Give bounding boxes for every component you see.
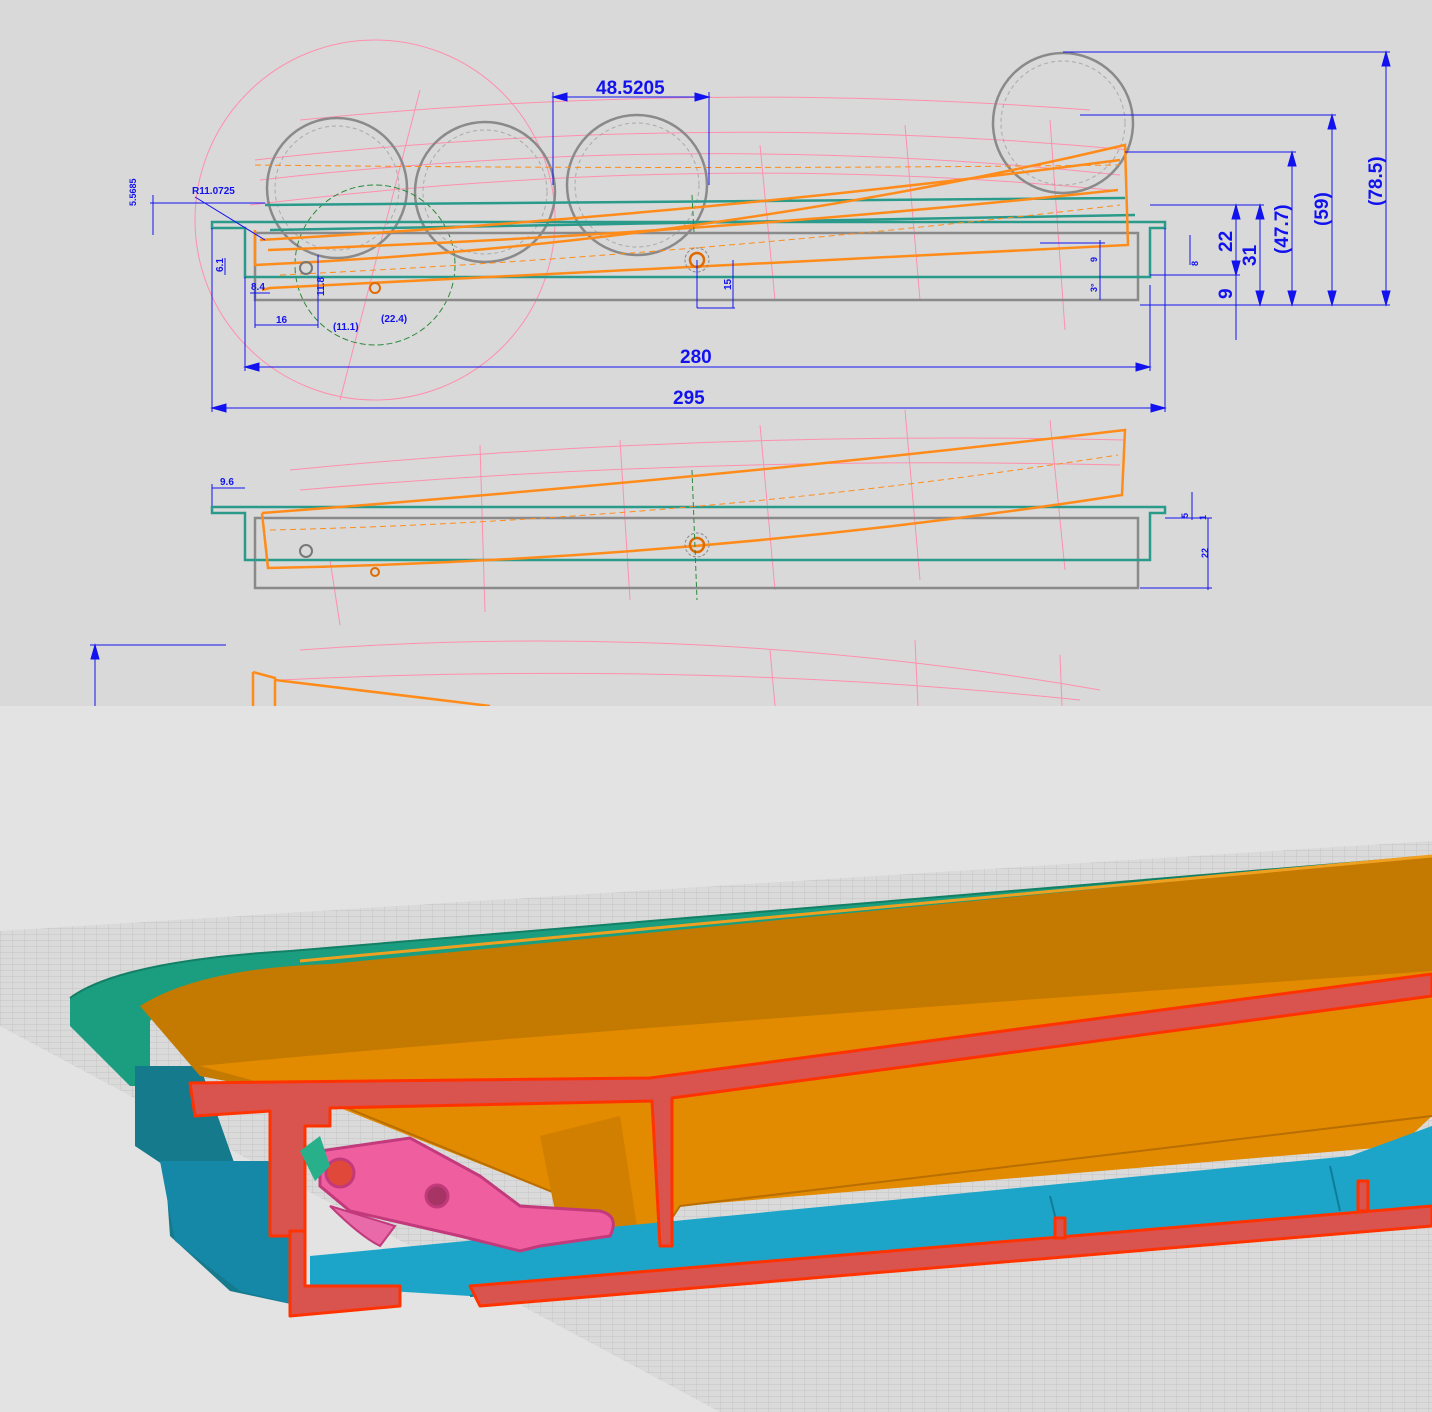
dim-pitch: 48.5205	[596, 78, 665, 99]
dimension-lines	[90, 50, 1391, 706]
dim-59: (59)	[1312, 192, 1333, 226]
dim-9: 9	[1216, 288, 1237, 299]
model-panel	[0, 706, 1432, 1412]
dim-radius: R11.0725	[192, 186, 235, 197]
construction-lines	[194, 39, 1131, 706]
dim-16: 16	[276, 315, 288, 326]
latch-hole	[299, 261, 313, 275]
dim-lower-5: 5	[1180, 513, 1190, 518]
dim-11-1: (11.1)	[333, 322, 359, 333]
partial-view	[251, 670, 491, 706]
dim-small-9: 9	[1089, 257, 1099, 262]
dim-angle: 3°	[1089, 283, 1099, 292]
dim-lower-22: 22	[1200, 548, 1210, 558]
sketch-panel: 295 280 48.5205 22 31 9 (47.7) (59) (78.…	[0, 0, 1432, 706]
dim-280: 280	[680, 347, 712, 368]
dim-15: 15	[723, 278, 734, 290]
tray-outline	[210, 196, 1167, 279]
dim-5-5685: 5.5685	[128, 178, 138, 206]
ball-4	[991, 51, 1135, 195]
dim-6-1: 6.1	[215, 258, 226, 272]
dim-22-4: (22.4)	[381, 314, 407, 325]
dim-small-8: 8	[1190, 261, 1200, 266]
dim-31: 31	[1240, 244, 1261, 266]
dim-lower-9-6: 9.6	[220, 477, 234, 488]
dim-22: 22	[1216, 231, 1237, 252]
dim-8-4: 8.4	[251, 282, 265, 293]
dim-47-7: (47.7)	[1272, 204, 1293, 254]
dim-lower-1: 1	[1198, 515, 1208, 520]
dim-11-8: 11.8	[316, 277, 327, 296]
dim-295: 295	[673, 388, 705, 409]
sketch-canvas: 295 280 48.5205 22 31 9 (47.7) (59) (78.…	[90, 39, 1391, 706]
latch-pin	[369, 282, 381, 294]
ball-1	[265, 116, 409, 260]
dim-78-5: (78.5)	[1366, 156, 1387, 206]
model-canvas	[0, 841, 1432, 1412]
lower-view	[210, 428, 1167, 601]
